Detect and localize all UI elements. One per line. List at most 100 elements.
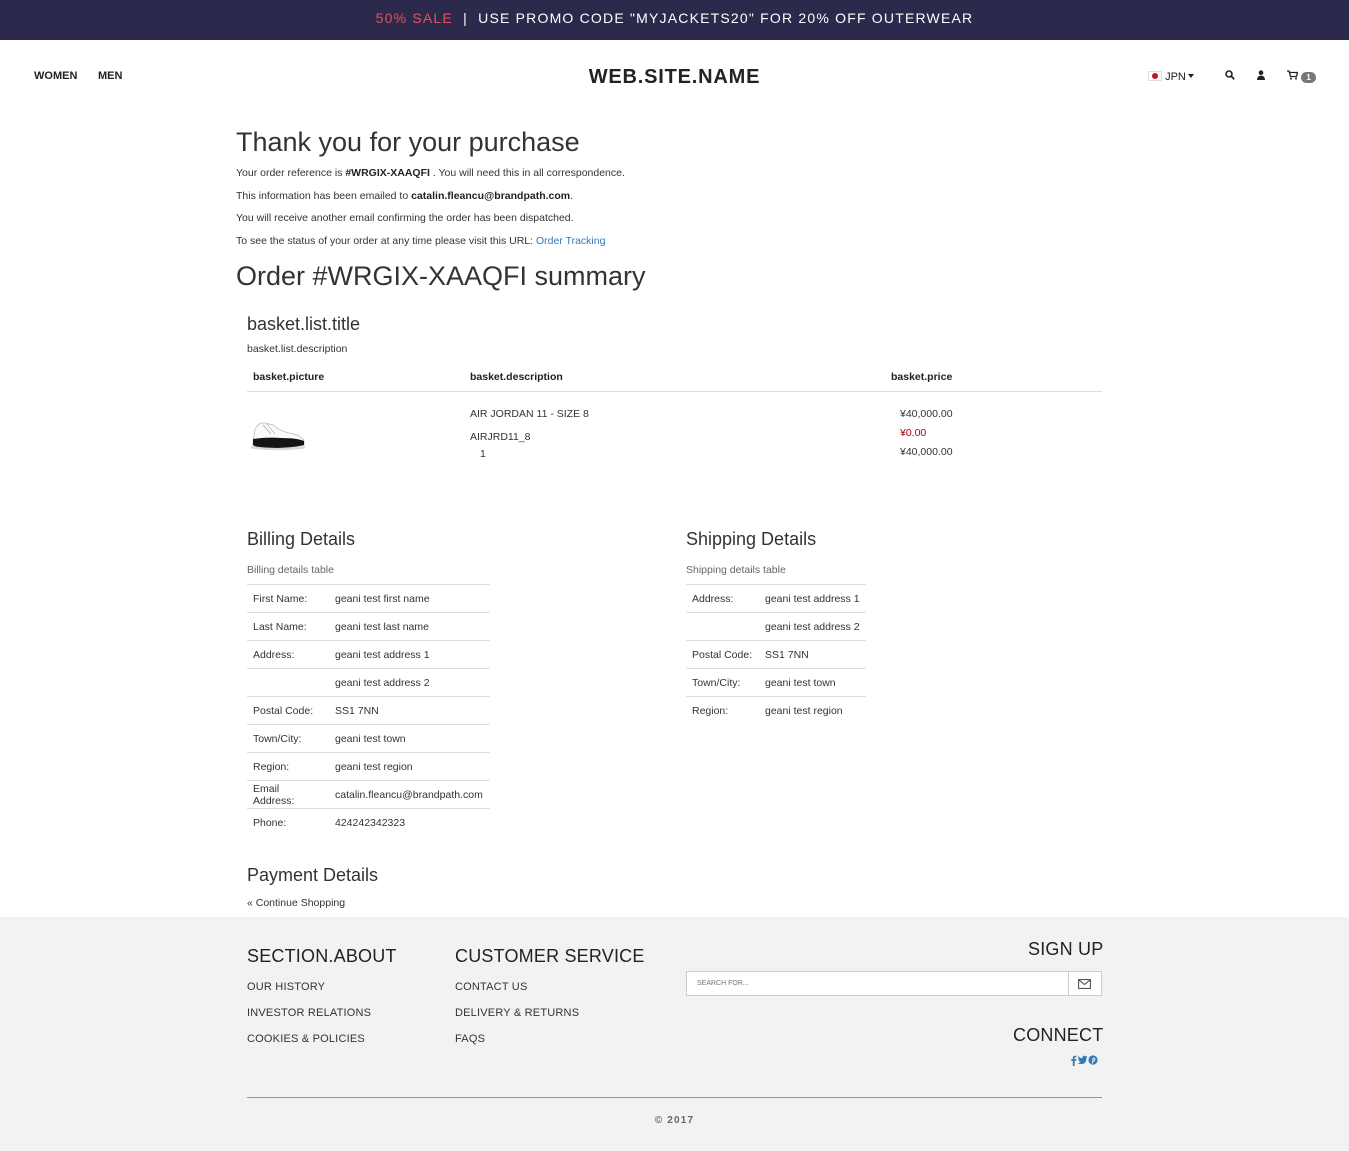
billing-label: Postal Code: [247,696,329,725]
cart-count-badge: 1 [1301,72,1317,83]
shipping-row: Postal Code: SS1 7NN [686,640,866,669]
footer-link-faqs[interactable]: FAQS [455,1033,485,1045]
shipping-row: Town/City: geani test town [686,668,866,697]
billing-label: Last Name: [247,612,329,641]
shipping-table: Address: geani test address 1 geani test a… [686,584,866,725]
currency-selector[interactable]: JPN [1148,71,1194,83]
shipping-row: Region: geani test region [686,696,866,725]
footer-link-cookies-policies[interactable]: COOKIES & POLICIES [247,1033,365,1045]
footer-divider [247,1097,1102,1098]
header-picture: basket.picture [253,371,325,383]
shipping-row: Address: geani test address 1 [686,584,866,613]
shipping-label: Town/City: [686,668,759,697]
order-reference-text: Your order reference is #WRGIX-XAAQFI . … [236,167,625,179]
product-name: AIR JORDAN 11 - SIZE 8 [470,408,589,420]
facebook-icon[interactable] [1070,1055,1077,1066]
billing-label: Town/City: [247,724,329,753]
footer-service-title: CUSTOMER SERVICE [455,946,645,966]
order-reference: #WRGIX-XAAQFI [345,167,430,179]
page-title: Thank you for your purchase [236,127,580,157]
shipping-value: geani test address 2 [759,612,866,641]
billing-table: First Name: geani test first name Last Nam… [247,584,490,837]
billing-row: geani test address 2 [247,668,490,697]
customer-email: catalin.fleancu@brandpath.com [411,190,571,202]
billing-label [247,668,329,697]
billing-value: geani test address 2 [329,668,490,697]
social-links [1070,1054,1098,1066]
user-icon[interactable] [1257,70,1265,83]
email-notice-text: This information has been emailed to cat… [236,190,574,202]
billing-row: First Name: geani test first name [247,584,490,613]
billing-row: Email Address: catalin.fleancu@brandpath.… [247,780,490,809]
pinterest-icon[interactable] [1088,1055,1098,1065]
shipping-label [686,612,759,641]
header-description: basket.description [470,371,563,383]
shipping-value: SS1 7NN [759,640,866,669]
japan-flag-icon [1148,71,1162,81]
billing-value: geani test town [329,724,490,753]
billing-label: Address: [247,640,329,669]
copyright: © 2017 [654,1115,695,1126]
billing-row: Address: geani test address 1 [247,640,490,669]
product-image[interactable] [249,413,307,453]
product-price: ¥40,000.00 [900,408,953,420]
promo-separator: | [463,10,468,26]
billing-row: Town/City: geani test town [247,724,490,753]
cart-button[interactable]: 1 [1287,70,1317,83]
twitter-icon[interactable] [1077,1055,1088,1065]
shipping-row: geani test address 2 [686,612,866,641]
order-tracking-link[interactable]: Order Tracking [536,235,605,247]
caret-down-icon [1187,74,1194,78]
basket-table-header: basket.picture basket.description basket… [247,368,1102,392]
footer-link-investor-relations[interactable]: INVESTOR RELATIONS [247,1007,371,1019]
billing-label: First Name: [247,584,329,613]
billing-row: Region: geani test region [247,752,490,781]
billing-caption: Billing details table [247,564,334,576]
footer-link-our-history[interactable]: OUR HISTORY [247,981,325,993]
order-summary-title: Order #WRGIX-XAAQFI summary [236,261,646,291]
tracking-text: To see the status of your order at any t… [236,235,606,247]
billing-row: Postal Code: SS1 7NN [247,696,490,725]
product-quantity: 1 [480,448,486,460]
shipping-value: geani test town [759,668,866,697]
footer-about-title: SECTION.ABOUT [247,946,397,966]
shipping-value: geani test address 1 [759,584,866,613]
shipping-label: Region: [686,696,759,725]
newsletter-form [686,971,1102,996]
basket-title: basket.list.title [247,314,361,334]
footer-signup-title: SIGN UP [1028,939,1104,959]
shipping-caption: Shipping details table [686,564,786,576]
footer-connect-title: CONNECT [1013,1025,1104,1045]
billing-label: Phone: [247,808,329,837]
basket-description: basket.list.description [247,343,348,355]
shipping-title: Shipping Details [686,529,817,549]
billing-row: Phone: 424242342323 [247,808,490,837]
shipping-value: geani test region [759,696,866,725]
product-discount: ¥0.00 [900,427,927,439]
payment-title: Payment Details [247,865,379,885]
promo-banner: 50% SALE | USE PROMO CODE "MYJACKETS20" … [0,0,1349,40]
promo-sale-text: 50% SALE [375,10,453,26]
currency-label: JPN [1165,71,1186,83]
envelope-icon [1078,978,1091,989]
newsletter-submit-button[interactable] [1068,972,1101,995]
cart-icon [1287,70,1299,80]
header-price: basket.price [891,371,953,383]
billing-value: catalin.fleancu@brandpath.com [329,780,490,809]
billing-label: Email Address: [247,780,329,809]
footer-link-delivery-returns[interactable]: DELIVERY & RETURNS [455,1007,579,1019]
billing-value: SS1 7NN [329,696,490,725]
shipping-label: Address: [686,584,759,613]
billing-value: 424242342323 [329,808,490,837]
search-icon[interactable] [1225,70,1235,83]
newsletter-input[interactable] [687,972,1069,995]
site-logo[interactable]: WEB.SITE.NAME [0,66,1349,89]
footer-link-contact-us[interactable]: CONTACT US [455,981,528,993]
product-sku: AIRJRD11_8 [470,431,531,443]
billing-value: geani test first name [329,584,490,613]
billing-value: geani test region [329,752,490,781]
promo-message: USE PROMO CODE "MYJACKETS20" FOR 20% OFF… [478,10,974,26]
dispatch-notice-text: You will receive another email confirmin… [236,212,574,224]
billing-label: Region: [247,752,329,781]
continue-shopping-link[interactable]: « Continue Shopping [247,897,345,909]
